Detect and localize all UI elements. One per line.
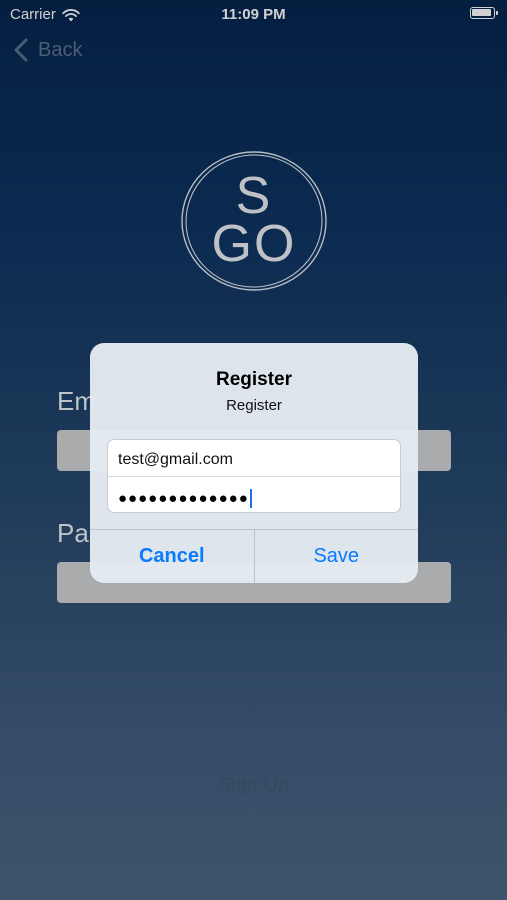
- cancel-button[interactable]: Cancel: [90, 530, 255, 583]
- alert-actions: Cancel Save: [90, 529, 418, 583]
- alert-message: Register: [226, 397, 282, 414]
- text-caret: [249, 488, 252, 508]
- alert-text-fields: test@gmail.com ●●●●●●●●●●●●●: [107, 439, 401, 513]
- save-button[interactable]: Save: [255, 530, 419, 583]
- alert-title: Register: [215, 369, 293, 390]
- password-dots: ●●●●●●●●●●●●●: [118, 489, 249, 507]
- alert-password-input[interactable]: ●●●●●●●●●●●●●: [108, 477, 400, 512]
- alert-email-input[interactable]: test@gmail.com: [108, 440, 400, 477]
- register-alert: Register Register test@gmail.com ●●●●●●●…: [90, 343, 418, 583]
